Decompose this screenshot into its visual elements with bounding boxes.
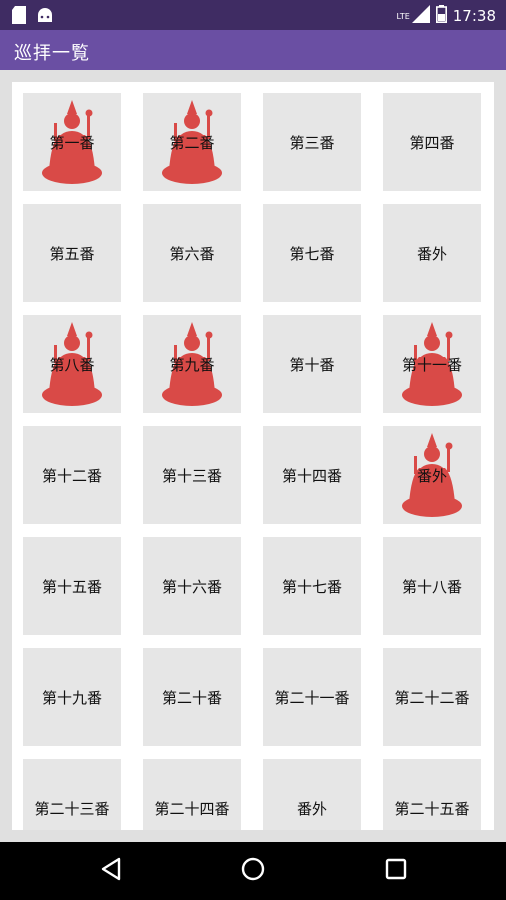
recents-button[interactable] — [381, 856, 411, 886]
pilgrimage-item[interactable]: 第一番 — [23, 93, 121, 191]
pilgrimage-item-label: 第十九番 — [41, 688, 102, 707]
pilgrimage-item[interactable]: 番外 — [383, 426, 481, 524]
pilgrimage-item-label: 第九番 — [169, 355, 215, 374]
back-icon — [100, 857, 122, 885]
pilgrimage-item[interactable]: 第三番 — [263, 93, 361, 191]
home-button[interactable] — [238, 856, 268, 886]
home-icon — [240, 856, 266, 886]
pilgrimage-item-label: 第二十三番 — [34, 799, 110, 818]
pilgrimage-item[interactable]: 第二十四番 — [143, 759, 241, 830]
pilgrimage-item[interactable]: 第十九番 — [23, 648, 121, 746]
pilgrimage-item-label: 第二十二番 — [394, 688, 470, 707]
pilgrimage-item[interactable]: 第五番 — [23, 204, 121, 302]
pilgrimage-item[interactable]: 第二十二番 — [383, 648, 481, 746]
pilgrimage-item-label: 第二十五番 — [394, 799, 470, 818]
pilgrimage-item-label: 第十番 — [289, 355, 335, 374]
pilgrimage-item[interactable]: 第六番 — [143, 204, 241, 302]
back-button[interactable] — [96, 856, 126, 886]
pilgrimage-item-label: 第五番 — [49, 244, 95, 263]
pilgrimage-item-label: 第二十四番 — [154, 799, 230, 818]
pilgrimage-item[interactable]: 第二番 — [143, 93, 241, 191]
sd-card-icon — [12, 6, 26, 28]
pilgrimage-item-label: 第十三番 — [161, 466, 222, 485]
pilgrimage-item-label: 第十六番 — [161, 577, 222, 596]
pilgrimage-item-label: 第八番 — [49, 355, 95, 374]
page-title: 巡拝一覧 — [14, 43, 90, 64]
pilgrimage-item-label: 第十五番 — [41, 577, 102, 596]
pilgrimage-item-label: 番外 — [416, 244, 447, 263]
pilgrimage-item[interactable]: 第二十五番 — [383, 759, 481, 830]
pilgrimage-grid: 第一番 第二番 第三番 第四番 第五番 第六番 第七番 番外 第八番 第九番 第十番 第十一番 第十二番… — [23, 93, 481, 830]
pilgrimage-item-label: 番外 — [416, 466, 447, 485]
pilgrimage-item-label: 第六番 — [169, 244, 215, 263]
pilgrimage-item-label: 第十八番 — [401, 577, 462, 596]
pilgrimage-item[interactable]: 第七番 — [263, 204, 361, 302]
signal-icon — [411, 5, 430, 27]
pilgrimage-item[interactable]: 第十一番 — [383, 315, 481, 413]
pilgrimage-item-label: 第十七番 — [281, 577, 342, 596]
pilgrimage-item[interactable]: 番外 — [383, 204, 481, 302]
content-area: 第一番 第二番 第三番 第四番 第五番 第六番 第七番 番外 第八番 第九番 第十番 第十一番 第十二番… — [0, 70, 506, 842]
navigation-bar — [0, 842, 506, 900]
battery-icon — [435, 5, 447, 27]
pilgrimage-item[interactable]: 第二十番 — [143, 648, 241, 746]
pilgrimage-item[interactable]: 第十七番 — [263, 537, 361, 635]
pilgrimage-item[interactable]: 第九番 — [143, 315, 241, 413]
pilgrimage-item-label: 第十二番 — [41, 466, 102, 485]
lte-label: LTE — [396, 11, 410, 21]
pilgrimage-item[interactable]: 第十八番 — [383, 537, 481, 635]
app-bar: 巡拝一覧 — [0, 30, 506, 70]
pilgrimage-item[interactable]: 第十五番 — [23, 537, 121, 635]
pilgrimage-item-label: 第七番 — [289, 244, 335, 263]
pilgrimage-item[interactable]: 第二十三番 — [23, 759, 121, 830]
pilgrimage-item-label: 第四番 — [409, 133, 455, 152]
pilgrimage-item-label: 第十四番 — [281, 466, 342, 485]
pilgrimage-item[interactable]: 第十二番 — [23, 426, 121, 524]
pilgrimage-item[interactable]: 第八番 — [23, 315, 121, 413]
pilgrimage-item[interactable]: 第十三番 — [143, 426, 241, 524]
pilgrimage-item[interactable]: 第二十一番 — [263, 648, 361, 746]
pilgrimage-item-label: 第二十一番 — [274, 688, 350, 707]
pilgrimage-item-label: 第二番 — [169, 133, 215, 152]
pilgrimage-item[interactable]: 番外 — [263, 759, 361, 830]
pilgrimage-list-panel[interactable]: 第一番 第二番 第三番 第四番 第五番 第六番 第七番 番外 第八番 第九番 第十番 第十一番 第十二番… — [12, 82, 494, 830]
android-icon — [36, 6, 54, 28]
pilgrimage-item-label: 第二十番 — [161, 688, 222, 707]
pilgrimage-item[interactable]: 第十六番 — [143, 537, 241, 635]
pilgrimage-item[interactable]: 第十番 — [263, 315, 361, 413]
pilgrimage-item-label: 第十一番 — [401, 355, 462, 374]
status-bar: LTE 17:38 — [0, 0, 506, 30]
recents-icon — [385, 858, 407, 884]
pilgrimage-item-label: 番外 — [296, 799, 327, 818]
pilgrimage-item-label: 第一番 — [49, 133, 95, 152]
pilgrimage-item[interactable]: 第四番 — [383, 93, 481, 191]
pilgrimage-item-label: 第三番 — [289, 133, 335, 152]
pilgrimage-item[interactable]: 第十四番 — [263, 426, 361, 524]
clock: 17:38 — [452, 7, 496, 25]
